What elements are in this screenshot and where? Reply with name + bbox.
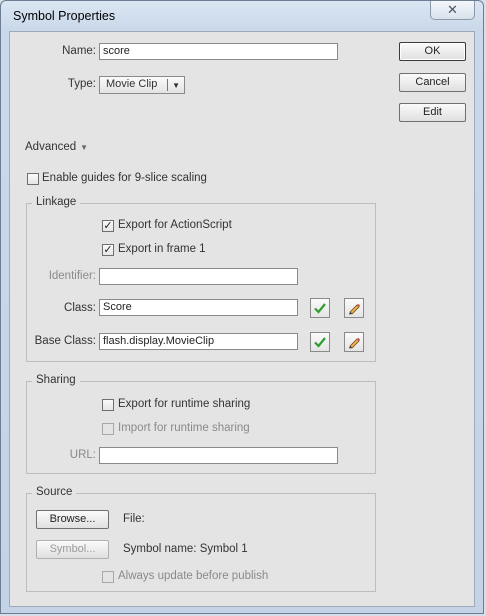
- export-actionscript-label: Export for ActionScript: [118, 219, 232, 231]
- check-icon: ✓: [103, 220, 113, 232]
- class-label: Class:: [64, 302, 96, 314]
- identifier-label: Identifier:: [48, 270, 96, 282]
- type-dropdown[interactable]: Movie Clip ▼: [99, 76, 185, 94]
- base-class-label: Base Class:: [34, 335, 96, 347]
- ok-button[interactable]: OK: [399, 42, 466, 61]
- type-value: Movie Clip: [106, 78, 158, 90]
- symbol-name-text: Symbol name: Symbol 1: [123, 543, 248, 555]
- url-input[interactable]: [99, 447, 338, 464]
- base-class-input[interactable]: flash.display.MovieClip: [99, 333, 298, 350]
- identifier-input[interactable]: [99, 268, 298, 285]
- close-icon: ✕: [447, 2, 458, 17]
- file-label: File:: [123, 513, 145, 525]
- nine-slice-checkbox[interactable]: [27, 173, 39, 185]
- class-input[interactable]: Score: [99, 299, 298, 316]
- edit-button[interactable]: Edit: [399, 103, 466, 122]
- export-actionscript-checkbox[interactable]: ✓: [102, 220, 114, 232]
- import-runtime-label: Import for runtime sharing: [118, 422, 250, 434]
- checkmark-icon: [314, 303, 326, 314]
- type-label: Type:: [67, 78, 96, 90]
- always-update-label: Always update before publish: [118, 570, 269, 582]
- linkage-title: Linkage: [32, 196, 81, 208]
- chevron-down-icon: ▼: [172, 81, 180, 90]
- pencil-icon: [349, 337, 361, 349]
- url-label: URL:: [69, 449, 96, 461]
- advanced-label: Advanced: [25, 141, 77, 153]
- name-label: Name:: [62, 45, 96, 57]
- cancel-button[interactable]: Cancel: [399, 73, 466, 92]
- chevron-down-icon: ▼: [80, 143, 89, 152]
- export-frame-label: Export in frame 1: [118, 243, 206, 255]
- advanced-toggle[interactable]: Advanced ▼: [25, 141, 88, 153]
- sharing-title: Sharing: [32, 374, 80, 386]
- validate-class-button[interactable]: [310, 298, 330, 318]
- checkmark-icon: [314, 337, 326, 348]
- edit-base-class-button[interactable]: [344, 332, 364, 352]
- symbol-properties-dialog: Symbol Properties ✕ Name: score Type: Mo…: [0, 0, 484, 614]
- import-runtime-checkbox[interactable]: [102, 423, 114, 435]
- dropdown-separator: [167, 79, 168, 91]
- source-title: Source: [32, 486, 77, 498]
- export-frame-checkbox[interactable]: ✓: [102, 244, 114, 256]
- name-input[interactable]: score: [99, 43, 338, 60]
- dialog-content: Name: score Type: Movie Clip ▼ OK Cancel…: [9, 31, 475, 607]
- edit-class-button[interactable]: [344, 298, 364, 318]
- dialog-title: Symbol Properties: [13, 9, 116, 23]
- browse-button[interactable]: Browse...: [36, 510, 109, 529]
- export-runtime-checkbox[interactable]: [102, 399, 114, 411]
- nine-slice-label: Enable guides for 9-slice scaling: [42, 172, 207, 184]
- validate-base-class-button[interactable]: [310, 332, 330, 352]
- pencil-icon: [349, 303, 361, 315]
- check-icon: ✓: [103, 244, 113, 256]
- title-bar: Symbol Properties ✕: [1, 1, 483, 31]
- close-button[interactable]: ✕: [430, 1, 475, 20]
- export-runtime-label: Export for runtime sharing: [118, 398, 251, 410]
- symbol-button[interactable]: Symbol...: [36, 540, 109, 559]
- always-update-checkbox[interactable]: [102, 571, 114, 583]
